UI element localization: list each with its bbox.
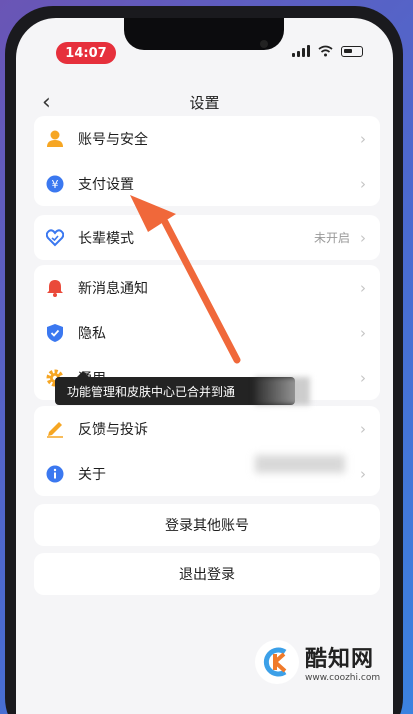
- phone-frame: 14:07 ‹ 设置 账号与安全 › ¥ 支付设置 › 长辈模式 未开启 › 新…: [5, 6, 403, 714]
- blurred-version-text: [255, 455, 345, 473]
- settings-item-label: 账号与安全: [78, 131, 148, 148]
- page-title: 设置: [189, 94, 220, 112]
- status-time: 14:07: [56, 42, 116, 64]
- settings-item-label: 反馈与投诉: [78, 421, 148, 438]
- chevron-right-icon: ›: [360, 174, 366, 193]
- watermark-name: 酷知网: [305, 647, 375, 672]
- watermark-logo-icon: [255, 640, 299, 684]
- settings-group-account: 账号与安全 › ¥ 支付设置 ›: [34, 116, 380, 206]
- switch-account-button[interactable]: 登录其他账号: [34, 504, 380, 546]
- screen: 14:07 ‹ 设置 账号与安全 › ¥ 支付设置 › 长辈模式 未开启 › 新…: [16, 18, 393, 714]
- chevron-right-icon: ›: [360, 464, 366, 483]
- watermark: 酷知网 www.coozhi.com: [255, 640, 380, 684]
- watermark-url: www.coozhi.com: [305, 673, 381, 683]
- settings-item-label: 新消息通知: [78, 280, 148, 297]
- notch: [124, 18, 284, 50]
- settings-item-feedback[interactable]: 反馈与投诉 ›: [34, 406, 380, 451]
- user-icon: [46, 130, 64, 148]
- chevron-right-icon: ›: [360, 419, 366, 438]
- blurred-region: [255, 377, 310, 405]
- wifi-icon: [318, 45, 333, 57]
- chevron-right-icon: ›: [360, 278, 366, 297]
- settings-group-about: 反馈与投诉 › 关于 ›: [34, 406, 380, 496]
- status-icons: [292, 45, 363, 57]
- settings-item-elder-mode[interactable]: 长辈模式 未开启 ›: [34, 215, 380, 260]
- signal-icon: [292, 45, 310, 57]
- settings-item-privacy[interactable]: 隐私 ›: [34, 310, 380, 355]
- logout-button[interactable]: 退出登录: [34, 553, 380, 595]
- chevron-right-icon: ›: [360, 323, 366, 342]
- settings-group-elder: 长辈模式 未开启 ›: [34, 215, 380, 260]
- settings-item-label: 支付设置: [78, 176, 134, 193]
- battery-icon: [341, 45, 363, 57]
- chevron-right-icon: ›: [360, 129, 366, 148]
- settings-item-label: 隐私: [78, 325, 106, 342]
- svg-text:¥: ¥: [52, 178, 59, 191]
- camera: [260, 40, 268, 48]
- elder-mode-status: 未开启: [313, 231, 350, 245]
- settings-item-notifications[interactable]: 新消息通知 ›: [34, 265, 380, 310]
- chevron-right-icon: ›: [360, 368, 366, 387]
- bell-icon: [46, 279, 64, 297]
- heart-shield-icon: [46, 228, 64, 247]
- settings-item-label: 长辈模式: [78, 230, 134, 247]
- pencil-icon: [46, 420, 64, 438]
- settings-item-label: 关于: [78, 466, 106, 483]
- privacy-shield-icon: [46, 323, 64, 342]
- chevron-right-icon: ›: [360, 228, 366, 247]
- tooltip-text: 功能管理和皮肤中心已合并到通: [67, 384, 236, 399]
- settings-item-account-security[interactable]: 账号与安全 ›: [34, 116, 380, 161]
- settings-item-payment[interactable]: ¥ 支付设置 ›: [34, 161, 380, 206]
- info-icon: [46, 465, 64, 483]
- payment-icon: ¥: [46, 175, 64, 193]
